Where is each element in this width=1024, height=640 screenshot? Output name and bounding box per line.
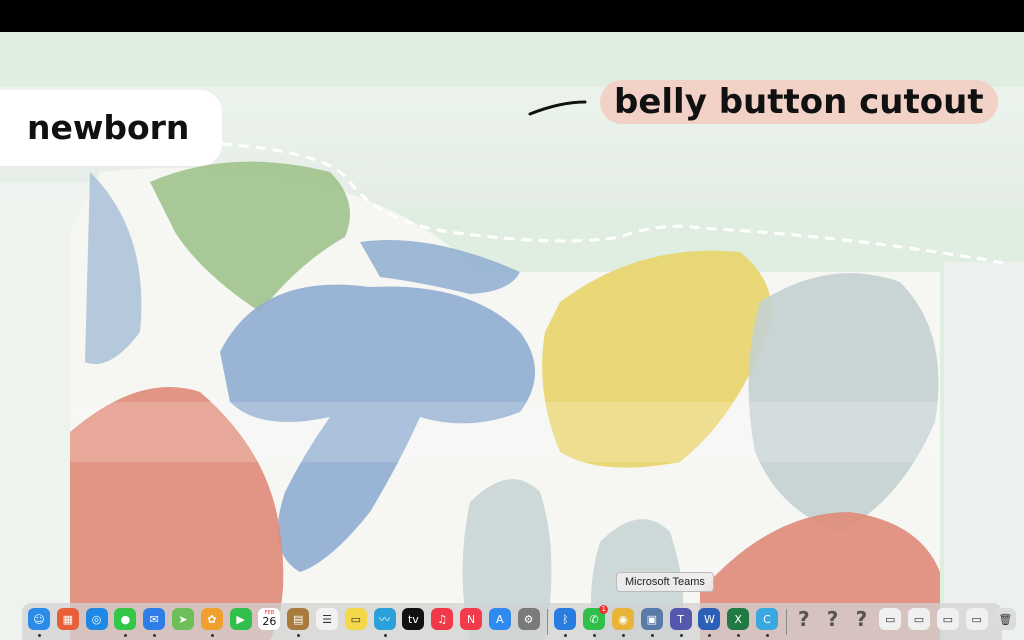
facetime-icon[interactable]: ▶ (229, 608, 252, 630)
maps-icon[interactable]: ➤ (172, 608, 194, 630)
notes-icon[interactable]: ▭ (344, 608, 367, 630)
calendar-day: 26 (262, 615, 277, 628)
unknown-app-icon-1[interactable]: ? (793, 607, 815, 631)
running-indicator (650, 634, 654, 637)
running-indicator (564, 634, 568, 637)
music-icon[interactable]: ♫ (431, 608, 454, 630)
running-indicator (38, 634, 41, 637)
running-indicator (708, 634, 712, 637)
launchpad-icon[interactable]: ▦ (56, 608, 79, 630)
top-black-bar (0, 0, 1024, 32)
messages-icon[interactable]: ● (114, 608, 137, 630)
notification-badge: 1 (599, 605, 609, 614)
dock-separator (785, 609, 787, 635)
calendar-icon[interactable]: FEB 26 (258, 608, 281, 630)
running-indicator (593, 634, 597, 637)
freeform-icon[interactable]: 〰 (373, 608, 396, 630)
dock: ☺ ▦ ◎ ● ✉ ➤ ✿ ▶ FEB 26 ▤ ☰ ▭ 〰 tv ♫ N A ⚙ ᛒ ✆ 1 ◉ ▣ T W X C??? ▭ ▭ ▭ ▭ 🗑 (22, 603, 1017, 640)
safari-icon[interactable]: ◎ (85, 608, 108, 630)
news-icon[interactable]: N (460, 608, 482, 630)
running-indicator (153, 634, 157, 637)
unknown-app-icon-2[interactable]: ? (822, 607, 844, 631)
running-indicator (737, 634, 741, 637)
window-thumbnail-1[interactable]: ▭ (879, 608, 902, 630)
preview-icon[interactable]: ▣ (640, 608, 663, 630)
running-indicator (383, 634, 387, 637)
bluetooth-icon[interactable]: ᛒ (554, 608, 577, 630)
notes-brown-icon[interactable]: ▤ (287, 608, 310, 630)
window-thumbnail-3[interactable]: ▭ (936, 608, 959, 630)
running-indicator (124, 634, 128, 637)
system-settings-icon[interactable]: ⚙ (517, 608, 540, 630)
microsoft-word-icon[interactable]: W (698, 608, 721, 630)
window-thumbnail-2[interactable]: ▭ (908, 608, 930, 630)
running-indicator (622, 634, 625, 637)
running-indicator (297, 634, 301, 637)
mail-icon[interactable]: ✉ (143, 608, 166, 630)
cutout-dashed-outline (221, 100, 1011, 266)
microsoft-excel-icon[interactable]: X (727, 608, 750, 630)
app-store-icon[interactable]: A (488, 608, 511, 630)
finder-icon[interactable]: ☺ (28, 608, 50, 630)
trash-icon[interactable]: 🗑 (994, 608, 1017, 630)
reminders-icon[interactable]: ☰ (316, 608, 338, 630)
photos-icon[interactable]: ✿ (200, 608, 223, 630)
video-frame: newborn belly button cutout (0, 32, 1024, 640)
running-indicator (679, 634, 683, 637)
dock-tooltip: Microsoft Teams (616, 572, 714, 592)
window-thumbnail-4[interactable]: ▭ (965, 608, 988, 630)
running-indicator (210, 634, 214, 637)
chrome-icon[interactable]: ◉ (612, 608, 634, 630)
unknown-app-icon-3[interactable]: ? (850, 607, 872, 631)
canva-icon[interactable]: C (756, 608, 778, 630)
running-indicator (766, 634, 769, 637)
whatsapp-icon[interactable]: ✆ 1 (583, 605, 609, 630)
dock-separator (547, 609, 549, 635)
apple-tv-icon[interactable]: tv (402, 608, 425, 630)
microsoft-teams-icon[interactable]: T (669, 608, 692, 630)
